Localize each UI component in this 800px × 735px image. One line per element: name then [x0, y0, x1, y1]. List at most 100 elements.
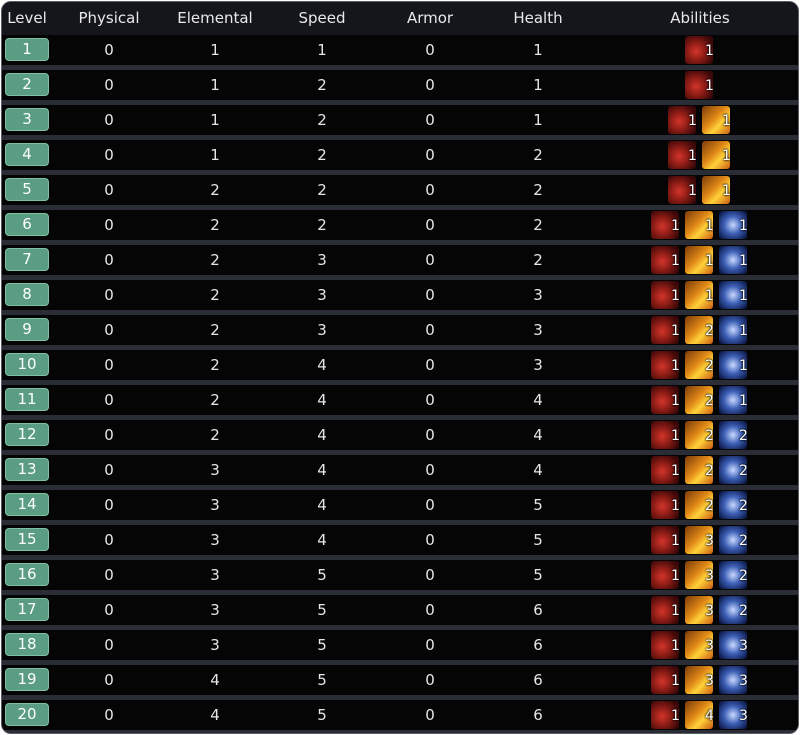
ability-rank: 1	[739, 393, 748, 409]
ability-rank: 2	[739, 568, 748, 584]
ability-slot[interactable]: 1	[666, 140, 700, 170]
ability-slot[interactable]: 1	[683, 280, 717, 310]
ability-slot[interactable]: 1	[683, 70, 717, 100]
ability-slot[interactable]: 1	[649, 490, 683, 520]
speed-value: 4	[317, 391, 327, 409]
physical-value: 0	[104, 286, 114, 304]
ability-slot[interactable]: 3	[717, 630, 751, 660]
health-value: 1	[533, 76, 543, 94]
ability-slot[interactable]: 1	[717, 315, 751, 345]
ability-slot[interactable]: 1	[649, 350, 683, 380]
ability-slot[interactable]: 1	[683, 210, 717, 240]
ability-slot[interactable]: 1	[700, 140, 734, 170]
elemental-value: 1	[210, 76, 220, 94]
physical-value: 0	[104, 251, 114, 269]
abilities-cell: 1 2 1	[602, 385, 798, 415]
speed-value: 3	[317, 286, 327, 304]
elemental-value: 3	[210, 496, 220, 514]
ability-rank: 1	[671, 463, 680, 479]
ability-slot[interactable]: 2	[717, 455, 751, 485]
elemental-value: 3	[210, 531, 220, 549]
ability-slot[interactable]: 1	[649, 560, 683, 590]
ability-slot[interactable]: 1	[649, 245, 683, 275]
elemental-value: 3	[210, 601, 220, 619]
ability-slot[interactable]: 1	[649, 525, 683, 555]
abilities-cell: 1 2 2	[602, 455, 798, 485]
elemental-value: 2	[210, 181, 220, 199]
ability-rank: 1	[671, 708, 680, 724]
ability-slot[interactable]: 2	[683, 385, 717, 415]
ability-slot[interactable]: 1	[700, 175, 734, 205]
ability-slot[interactable]: 3	[683, 665, 717, 695]
ability-slot[interactable]: 2	[683, 490, 717, 520]
ability-slot[interactable]: 3	[717, 700, 751, 730]
ability-rank: 1	[688, 148, 697, 164]
ability-slot[interactable]: 3	[683, 525, 717, 555]
health-value: 5	[533, 496, 543, 514]
ability-slot[interactable]: 1	[717, 280, 751, 310]
ability-slot[interactable]: 2	[717, 420, 751, 450]
table-row: 9 0 2 3 0 3 1 2 1	[2, 315, 798, 345]
speed-value: 4	[317, 461, 327, 479]
ability-rank: 1	[739, 358, 748, 374]
physical-value: 0	[104, 496, 114, 514]
ability-slot[interactable]: 2	[717, 525, 751, 555]
table-row: 14 0 3 4 0 5 1 2 2	[2, 490, 798, 520]
ability-rank: 2	[705, 323, 714, 339]
speed-value: 3	[317, 321, 327, 339]
ability-slot[interactable]: 1	[717, 210, 751, 240]
header-elemental: Elemental	[177, 9, 253, 27]
abilities-cell: 1	[602, 35, 798, 65]
abilities-cell: 1 2 1	[602, 350, 798, 380]
ability-slot[interactable]: 1	[683, 35, 717, 65]
ability-slot[interactable]: 1	[649, 595, 683, 625]
ability-slot[interactable]: 1	[717, 350, 751, 380]
armor-value: 0	[425, 321, 435, 339]
ability-slot[interactable]: 2	[683, 315, 717, 345]
ability-slot[interactable]: 1	[649, 700, 683, 730]
ability-slot[interactable]: 3	[683, 595, 717, 625]
ability-slot[interactable]: 1	[649, 280, 683, 310]
header-armor: Armor	[406, 9, 454, 27]
ability-slot[interactable]: 1	[649, 210, 683, 240]
ability-slot[interactable]: 1	[649, 665, 683, 695]
speed-value: 4	[317, 531, 327, 549]
ability-slot[interactable]: 3	[683, 630, 717, 660]
ability-slot[interactable]: 1	[649, 630, 683, 660]
abilities-cell: 1 3 3	[602, 630, 798, 660]
elemental-value: 2	[210, 356, 220, 374]
health-value: 6	[533, 706, 543, 724]
ability-slot[interactable]: 1	[649, 385, 683, 415]
level-badge: 9	[5, 318, 49, 341]
ability-slot[interactable]: 2	[717, 490, 751, 520]
ability-slot[interactable]: 1	[666, 105, 700, 135]
ability-slot[interactable]: 2	[717, 595, 751, 625]
level-badge: 18	[5, 633, 49, 656]
speed-value: 4	[317, 496, 327, 514]
ability-slot[interactable]: 1	[717, 385, 751, 415]
physical-value: 0	[104, 426, 114, 444]
armor-value: 0	[425, 76, 435, 94]
armor-value: 0	[425, 706, 435, 724]
ability-slot[interactable]: 1	[649, 420, 683, 450]
ability-slot[interactable]: 2	[683, 420, 717, 450]
physical-value: 0	[104, 41, 114, 59]
ability-slot[interactable]: 3	[683, 560, 717, 590]
health-value: 3	[533, 321, 543, 339]
ability-slot[interactable]: 4	[683, 700, 717, 730]
physical-value: 0	[104, 321, 114, 339]
ability-slot[interactable]: 1	[649, 455, 683, 485]
speed-value: 2	[317, 181, 327, 199]
ability-slot[interactable]: 2	[683, 350, 717, 380]
ability-slot[interactable]: 1	[666, 175, 700, 205]
ability-slot[interactable]: 1	[700, 105, 734, 135]
ability-slot[interactable]: 1	[717, 245, 751, 275]
ability-slot[interactable]: 1	[683, 245, 717, 275]
ability-slot[interactable]: 3	[717, 665, 751, 695]
ability-slot[interactable]: 2	[683, 455, 717, 485]
level-badge: 13	[5, 458, 49, 481]
ability-slot[interactable]: 1	[649, 315, 683, 345]
health-value: 4	[533, 391, 543, 409]
ability-slot[interactable]: 2	[717, 560, 751, 590]
ability-rank: 2	[705, 463, 714, 479]
